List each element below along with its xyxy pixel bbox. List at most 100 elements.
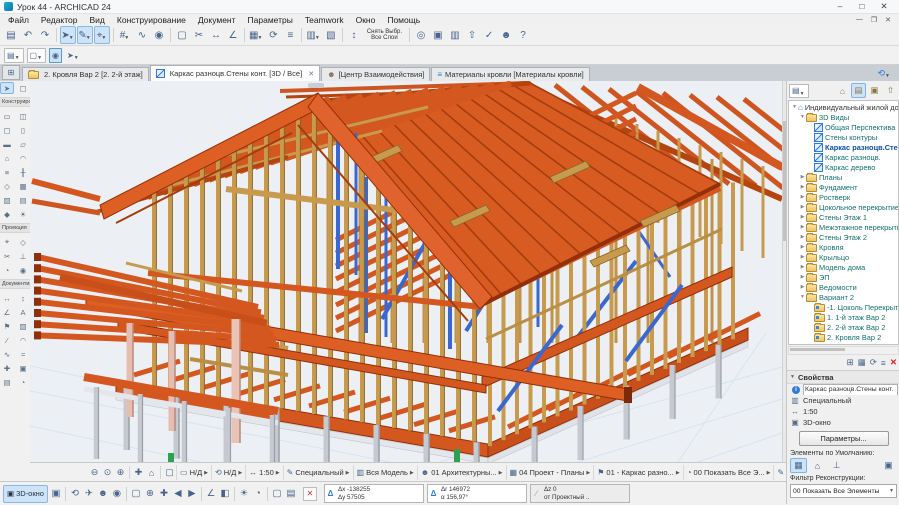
clone-icon[interactable]: ⟳ — [870, 357, 877, 368]
intersect-icon[interactable]: ∠ — [225, 26, 241, 44]
find-select-icon[interactable]: ◎ — [413, 26, 429, 44]
camera-tool-icon[interactable]: ◔ — [16, 376, 30, 388]
guide-lines-icon[interactable]: ∿ — [134, 26, 150, 44]
arrow-tool-tool-icon[interactable]: ➤ — [0, 82, 14, 94]
axonometry-tool-icon[interactable]: ◇ — [16, 236, 30, 248]
object-tool-icon[interactable]: ◆ — [0, 208, 14, 220]
layouts-icon[interactable]: ▥ — [447, 26, 463, 44]
check-icon[interactable]: ✓ — [481, 26, 497, 44]
tree-horizontal-scrollbar[interactable] — [788, 346, 899, 355]
fit-view-icon[interactable]: ▢ — [129, 486, 143, 502]
rotation-dropdown[interactable]: ⟲Н/Д▶ — [211, 465, 245, 480]
marquee-tool-icon[interactable]: ▢ — [16, 82, 30, 94]
tree-item-1[interactable]: ▼⌂Индивидуальный жилой дом в п... — [789, 102, 898, 112]
tracker-xy-box[interactable]: Δ Δх -138255Δу 57505 — [324, 484, 424, 503]
maximize-icon[interactable]: □ — [851, 1, 873, 12]
scale-dropdown[interactable]: ↔1:50▶ — [245, 465, 282, 480]
twisty-icon[interactable]: ▶ — [799, 214, 806, 220]
label-tool-icon[interactable]: ⚑ — [0, 320, 14, 332]
adjust-icon[interactable]: ↔ — [208, 26, 224, 44]
column-default-icon[interactable]: ⊥ — [828, 458, 845, 473]
door-tool-icon[interactable]: ◫ — [16, 110, 30, 122]
zoom-icon[interactable]: ⊕ — [143, 486, 157, 502]
tree-item-2[interactable]: ▼3D Виды — [789, 112, 898, 122]
window-tool-icon[interactable]: ▢ — [0, 124, 14, 136]
align-icon[interactable]: ≡ — [282, 26, 298, 44]
doc-minimize-icon[interactable]: — — [856, 16, 863, 24]
tree-item-17[interactable]: ▶Модель дома — [789, 262, 898, 272]
minimize-icon[interactable]: – — [829, 1, 851, 12]
close-palette-icon[interactable]: ✕ — [303, 487, 317, 501]
tree-item-19[interactable]: ▶Ведомости — [789, 282, 898, 292]
camera-tool-tool-icon[interactable]: ◔ — [0, 264, 14, 276]
view-name-field[interactable]: Каркас разноцв.Стены конт. — [803, 384, 898, 395]
twisty-icon[interactable]: ▼ — [799, 114, 806, 120]
text-tool-icon[interactable]: A — [16, 306, 30, 318]
tab-3[interactable]: ☻[Центр Взаимодействия] — [321, 67, 430, 81]
tree-item-16[interactable]: ▶Крыльцо — [789, 252, 898, 262]
renovation-filter-dropdown[interactable]: ⚑01 - Каркас разно...▶ — [593, 465, 682, 480]
figure-tool-icon[interactable]: ▣ — [16, 362, 30, 374]
camera-icon[interactable]: ◔ — [251, 486, 265, 502]
zone-tool-icon[interactable]: ▨ — [0, 194, 14, 206]
delete-icon[interactable]: ✕ — [890, 357, 897, 368]
cutaway-icon[interactable]: ◧ — [218, 486, 232, 502]
twisty-icon[interactable]: ▶ — [799, 274, 806, 280]
cutting-plane-icon[interactable]: ∠ — [204, 486, 218, 502]
roof-tool-icon[interactable]: ⌂ — [0, 152, 14, 164]
tree-item-13[interactable]: ▶Межэтажное перекрытие — [789, 222, 898, 232]
element-defaults-icon[interactable]: ▦ — [790, 458, 807, 473]
wall-tool-icon[interactable]: ▭ — [0, 110, 14, 122]
close-icon[interactable]: ✕ — [873, 1, 895, 12]
slab-tool-icon[interactable]: ▱ — [16, 138, 30, 150]
arc-tool-icon[interactable]: ◠ — [16, 334, 30, 346]
zoom-out-icon[interactable]: ⊖ — [88, 465, 101, 480]
tree-item-15[interactable]: ▶Кровля — [789, 242, 898, 252]
section-tool-icon[interactable]: ✂ — [0, 250, 14, 262]
transform-icon[interactable]: ⟳ — [265, 26, 281, 44]
beam-tool-icon[interactable]: ▬ — [0, 138, 14, 150]
menu-5[interactable]: Документ — [192, 15, 242, 25]
favorites-dropdown[interactable]: ▢▼ — [27, 48, 47, 63]
measure-icon[interactable]: ↕ — [346, 26, 362, 44]
perspective-tool-icon[interactable]: ⌖ — [0, 236, 14, 248]
hotspot-tool-icon[interactable]: ✚ — [0, 362, 14, 374]
orbit-icon[interactable]: ⟲ — [68, 486, 82, 502]
open-file-icon[interactable]: ▤ — [3, 26, 19, 44]
menu-4[interactable]: Конструирование — [111, 15, 192, 25]
quick-layers-label[interactable]: Снять Выбр.Все Слои — [363, 29, 406, 42]
layers-icon[interactable]: ▥▼ — [305, 26, 321, 44]
roof-default-icon[interactable]: ⌂ — [809, 458, 826, 473]
publisher-icon[interactable]: ⇧ — [883, 83, 898, 98]
column-tool-icon[interactable]: ▯ — [16, 124, 30, 136]
look-to-icon[interactable]: ◉ — [110, 486, 124, 502]
view-3d-icon[interactable]: ▣ — [430, 26, 446, 44]
undo-icon[interactable]: ↶ — [20, 26, 36, 44]
tree-item-7[interactable]: Каркас дерево — [789, 162, 898, 172]
fit-icon[interactable]: ▢ — [163, 465, 176, 480]
redo-icon[interactable]: ↷ — [37, 26, 53, 44]
tree-item-3[interactable]: Общая Перспектива — [789, 122, 898, 132]
tree-item-14[interactable]: ▶Стены Этаж 2 — [789, 232, 898, 242]
new-folder-icon[interactable]: ⊞ — [847, 357, 854, 368]
publish-icon[interactable]: ⇧ — [464, 26, 480, 44]
shell-tool-icon[interactable]: ◠ — [16, 152, 30, 164]
polyline-tool-icon[interactable]: ∿ — [0, 348, 14, 360]
info-icon[interactable]: i — [792, 386, 800, 394]
tab-2[interactable]: Каркас разноцв.Стены конт. [3D / Все]✕ — [150, 65, 320, 81]
tree-item-21[interactable]: -1. Цоколь Перекрытие Вар 2 — [789, 302, 898, 312]
quick-options-icon[interactable]: ▣ — [49, 486, 63, 502]
favorites-panel-icon[interactable]: ▣ — [880, 458, 897, 473]
tree-item-6[interactable]: Каркас разноцв. — [789, 152, 898, 162]
twisty-icon[interactable]: ▶ — [799, 174, 806, 180]
level-dimension-tool-icon[interactable]: ↕ — [16, 292, 30, 304]
menu-6[interactable]: Параметры — [242, 15, 299, 25]
tab-4[interactable]: ≡Материалы кровли [Материалы кровли] — [431, 67, 589, 81]
tree-item-23[interactable]: 2. 2-й этаж Вар 2 — [789, 322, 898, 332]
tree-item-10[interactable]: ▶Ростверк — [789, 192, 898, 202]
mesh-tool-icon[interactable]: ▦ — [16, 180, 30, 192]
project-map-icon[interactable]: ⌂ — [835, 83, 850, 98]
tree-item-11[interactable]: ▶Цокольное перекрытие — [789, 202, 898, 212]
3d-scene-timber-frame-house[interactable] — [30, 81, 782, 462]
split-icon[interactable]: ✂ — [191, 26, 207, 44]
